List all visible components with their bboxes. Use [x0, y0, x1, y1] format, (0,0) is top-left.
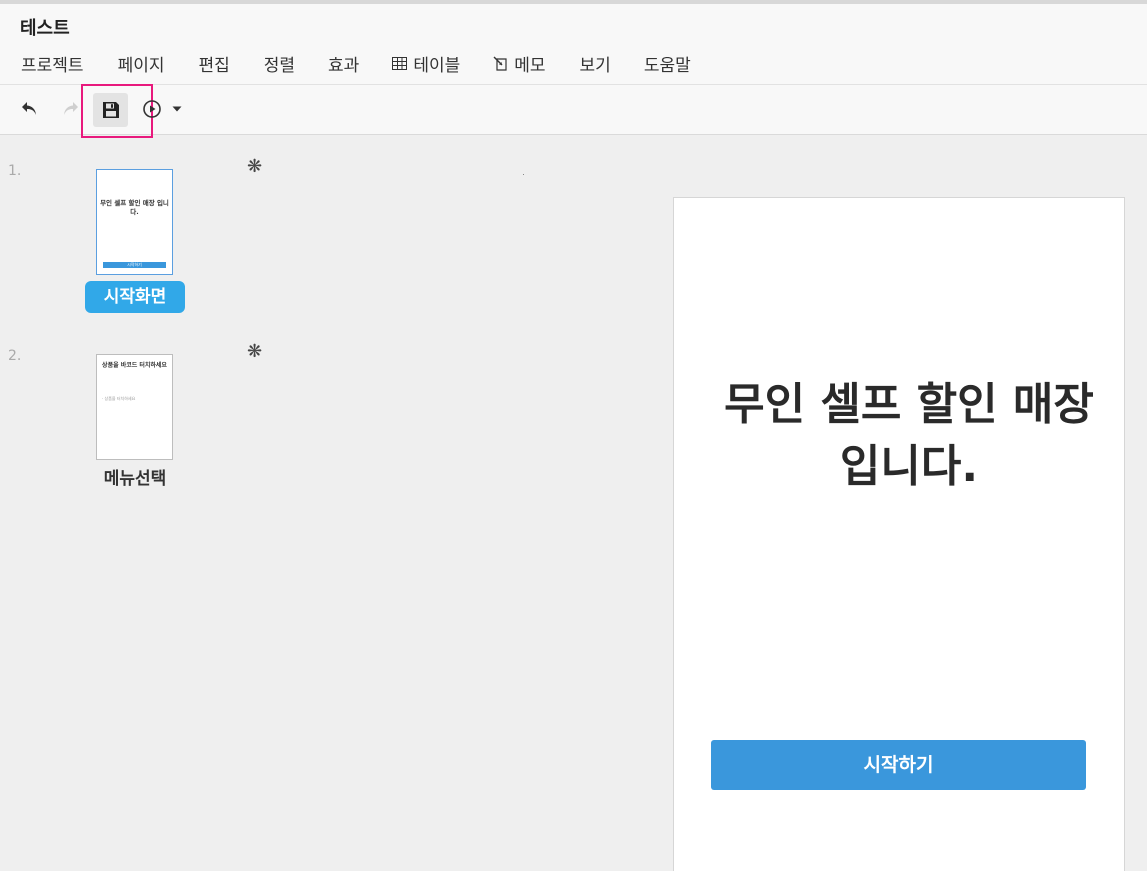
- redo-button[interactable]: [59, 98, 81, 120]
- slide-thumbnail-start[interactable]: 무인 셀프 할인 매장 입니다. 시작하기: [96, 169, 173, 275]
- thumbnail-button: 시작하기: [103, 262, 166, 268]
- slide-preview-canvas[interactable]: 무인 셀프 할인 매장 입니다. 시작하기: [673, 197, 1125, 871]
- menu-edit[interactable]: 편집: [198, 50, 229, 76]
- slide-thumbnail-menu[interactable]: 상품을 바코드 터치하세요 · 상품을 터치하세요: [96, 354, 173, 460]
- menu-align[interactable]: 정렬: [264, 50, 295, 76]
- stray-dot: [523, 174, 524, 175]
- slide-label-menu[interactable]: 메뉴선택: [85, 464, 185, 494]
- thumbnail-title: 무인 셀프 할인 매장 입니다.: [100, 199, 169, 216]
- slide-marker-1: ❋: [247, 156, 263, 177]
- caret-down-icon: [172, 106, 182, 112]
- play-circle-icon: [143, 100, 161, 118]
- menu-page[interactable]: 페이지: [118, 50, 165, 76]
- table-icon: [392, 56, 408, 70]
- undo-button[interactable]: [19, 98, 41, 120]
- play-button[interactable]: [141, 98, 163, 120]
- slide-number-2: 2.: [8, 348, 22, 364]
- menu-table-label: 테이블: [413, 55, 461, 76]
- thumbnail-title: 상품을 바코드 터치하세요: [102, 362, 167, 369]
- slide-number-1: 1.: [8, 163, 22, 179]
- preview-title-line2: 입니다.: [839, 441, 979, 492]
- app-header: 테스트 프로젝트 페이지 편집 정렬 효과 테이블 메모 보기 도움말: [0, 4, 1147, 84]
- menu-view[interactable]: 보기: [580, 50, 611, 76]
- slide-marker-2: ❋: [247, 341, 263, 362]
- redo-icon: [64, 102, 78, 115]
- menu-help[interactable]: 도움말: [644, 50, 691, 76]
- menu-memo[interactable]: 메모: [493, 50, 546, 76]
- slide-label-start[interactable]: 시작화면: [85, 281, 185, 313]
- memo-icon: [493, 56, 507, 71]
- toolbar: [0, 84, 1147, 138]
- menu-memo-label: 메모: [514, 55, 546, 76]
- menu-table[interactable]: 테이블: [392, 50, 460, 76]
- menu-bar: 프로젝트 페이지 편집 정렬 효과 테이블 메모 보기 도움말: [0, 50, 691, 76]
- preview-title-line1: 무인 셀프 할인 매장: [724, 379, 1094, 430]
- thumbnail-caption: · 상품을 터치하세요: [102, 396, 136, 401]
- menu-project[interactable]: 프로젝트: [21, 50, 84, 76]
- preview-title: 무인 셀프 할인 매장 입니다.: [694, 374, 1124, 498]
- undo-icon: [22, 102, 36, 115]
- start-button[interactable]: 시작하기: [711, 740, 1086, 790]
- play-dropdown-button[interactable]: [170, 102, 184, 116]
- project-title: 테스트: [20, 18, 70, 39]
- menu-effect[interactable]: 효과: [328, 50, 359, 76]
